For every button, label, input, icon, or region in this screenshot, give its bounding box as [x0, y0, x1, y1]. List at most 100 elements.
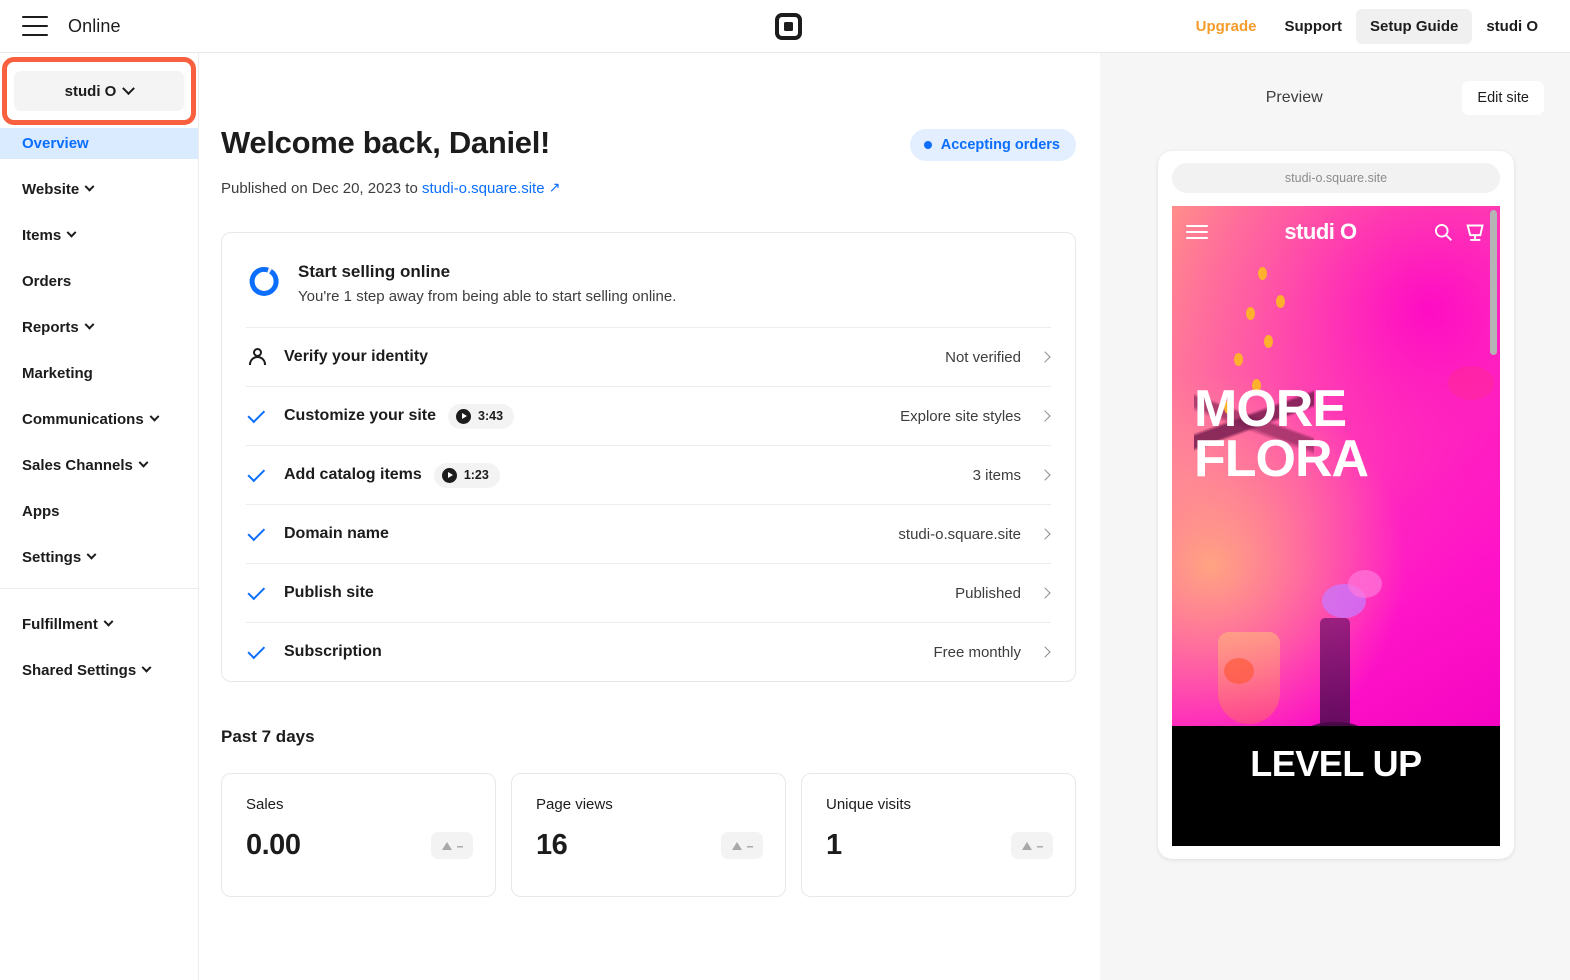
checklist-row-subscription[interactable]: Subscription Free monthly	[246, 622, 1051, 681]
sidebar-item-label: Apps	[22, 503, 60, 520]
preview-label: Preview	[1265, 89, 1323, 106]
stat-value: 16	[536, 829, 568, 861]
site-url-link[interactable]: studi-o.square.site	[422, 180, 545, 197]
sidebar-item-fulfillment[interactable]: Fulfillment	[0, 609, 198, 640]
sidebar-item-label: Sales Channels	[22, 457, 133, 474]
check-icon	[247, 523, 266, 541]
sidebar-item-apps[interactable]: Apps	[0, 496, 198, 527]
check-icon	[247, 464, 266, 482]
chevron-right-icon	[1039, 646, 1051, 658]
stat-value: 1	[826, 829, 842, 861]
play-icon	[456, 408, 472, 424]
support-link[interactable]: Support	[1270, 9, 1356, 44]
sidebar-item-shared-settings[interactable]: Shared Settings	[0, 655, 198, 686]
account-menu-link[interactable]: studi O	[1472, 9, 1552, 44]
stat-card-sales[interactable]: Sales 0.00 --	[221, 773, 496, 897]
trend-indicator: --	[431, 832, 473, 859]
site-hero: studi O MORE FLORA LEVEL UP	[1172, 206, 1500, 786]
sidebar-item-settings[interactable]: Settings	[0, 542, 198, 573]
store-switcher-wrap: studi O	[2, 57, 196, 125]
sidebar-item-label: Reports	[22, 319, 79, 336]
chevron-right-icon	[1039, 528, 1051, 540]
chevron-down-icon	[103, 616, 114, 627]
stat-card-unique-visits[interactable]: Unique visits 1 --	[801, 773, 1076, 897]
checklist-row-customize-site[interactable]: Customize your site 3:43 Explore site st…	[246, 386, 1051, 445]
site-hero-title-line2: FLORA	[1194, 430, 1369, 489]
checklist-row-domain-name[interactable]: Domain name studi-o.square.site	[246, 504, 1051, 563]
status-badge[interactable]: Accepting orders	[909, 129, 1076, 161]
upgrade-link[interactable]: Upgrade	[1182, 9, 1271, 44]
row-lead-icon	[246, 405, 284, 423]
stats-row: Sales 0.00 -- Page views 16 -- Unique vi…	[221, 773, 1076, 897]
sidebar-item-website[interactable]: Website	[0, 174, 198, 205]
checklist-row-verify-identity[interactable]: Verify your identity Not verified	[246, 327, 1051, 386]
checklist-row-label: Add catalog items	[284, 466, 422, 483]
sidebar-item-reports[interactable]: Reports	[0, 312, 198, 343]
trend-up-icon	[441, 841, 452, 850]
setup-guide-link[interactable]: Setup Guide	[1355, 9, 1473, 44]
video-duration-chip[interactable]: 3:43	[448, 403, 515, 429]
trend-indicator: --	[721, 832, 763, 859]
sidebar-item-label: Website	[22, 181, 80, 198]
status-dot-icon	[923, 141, 932, 149]
checklist-title: Start selling online	[298, 262, 451, 281]
checklist-row-value: studi-o.square.site	[898, 525, 1021, 543]
sidebar-item-items[interactable]: Items	[0, 220, 198, 251]
chevron-right-icon	[1039, 410, 1051, 422]
chevron-down-icon	[141, 662, 152, 673]
row-lead-icon	[246, 582, 284, 600]
row-lead-icon	[246, 641, 284, 659]
checklist-row-label: Subscription	[284, 643, 382, 660]
row-lead-icon	[246, 523, 284, 541]
trend-indicator: --	[1011, 832, 1053, 859]
site-promo-band: LEVEL UP	[1172, 726, 1500, 786]
edit-site-button[interactable]: Edit site	[1462, 81, 1544, 115]
site-hamburger-menu-icon[interactable]	[1186, 225, 1208, 239]
search-icon[interactable]	[1433, 222, 1453, 242]
sidebar-item-label: Overview	[22, 135, 89, 152]
sidebar-item-label: Settings	[22, 549, 82, 566]
decorative-flower	[1348, 570, 1382, 598]
phone-preview-frame: studi-o.square.site studi O MORE FLORA L…	[1158, 151, 1514, 859]
checklist-row-publish-site[interactable]: Publish site Published	[246, 563, 1051, 622]
sidebar-item-marketing[interactable]: Marketing	[0, 358, 198, 389]
trend-value: --	[1036, 838, 1044, 853]
chevron-down-icon	[138, 457, 149, 468]
checklist-row-add-catalog-items[interactable]: Add catalog items 1:23 3 items	[246, 445, 1051, 504]
chevron-right-icon	[1039, 587, 1051, 599]
page-title: Online	[68, 15, 121, 36]
status-badge-label: Accepting orders	[940, 137, 1060, 153]
sidebar-item-label: Marketing	[22, 365, 93, 382]
video-duration-chip[interactable]: 1:23	[433, 462, 500, 488]
row-lead-icon	[246, 464, 284, 482]
store-switcher-button[interactable]: studi O	[14, 71, 184, 111]
chevron-down-icon	[122, 81, 136, 95]
stat-card-page-views[interactable]: Page views 16 --	[511, 773, 786, 897]
chevron-down-icon	[84, 181, 95, 192]
welcome-heading: Welcome back, Daniel!	[221, 125, 551, 160]
external-link-arrow-icon: ↗	[548, 179, 561, 195]
decorative-flower	[1224, 658, 1254, 684]
chevron-down-icon	[84, 319, 95, 330]
chevron-down-icon	[149, 411, 160, 422]
sidebar-item-sales-channels[interactable]: Sales Channels	[0, 450, 198, 481]
preview-scrollbar[interactable]	[1490, 210, 1497, 355]
check-icon	[247, 405, 266, 423]
preview-screen[interactable]: studi O MORE FLORA LEVEL UP	[1172, 206, 1500, 846]
sidebar-item-orders[interactable]: Orders	[0, 266, 198, 297]
square-logo-icon	[775, 13, 802, 40]
hamburger-menu-icon[interactable]	[22, 16, 48, 36]
sidebar-divider	[0, 588, 198, 589]
shopping-cart-icon[interactable]	[1465, 222, 1486, 243]
sidebar-item-communications[interactable]: Communications	[0, 404, 198, 435]
published-prefix: Published on Dec 20, 2023 to	[221, 180, 418, 197]
published-line: Published on Dec 20, 2023 to studi-o.squ…	[221, 179, 1100, 197]
trend-up-icon	[731, 841, 742, 850]
main-content: Welcome back, Daniel! Accepting orders P…	[199, 53, 1100, 980]
sidebar-nav: Overview Website Items Orders Reports Ma…	[0, 128, 198, 686]
chevron-right-icon	[1039, 351, 1051, 363]
play-icon	[441, 467, 457, 483]
decorative-flower	[1448, 366, 1494, 400]
chevron-down-icon	[66, 227, 77, 238]
sidebar-item-overview[interactable]: Overview	[0, 128, 198, 159]
